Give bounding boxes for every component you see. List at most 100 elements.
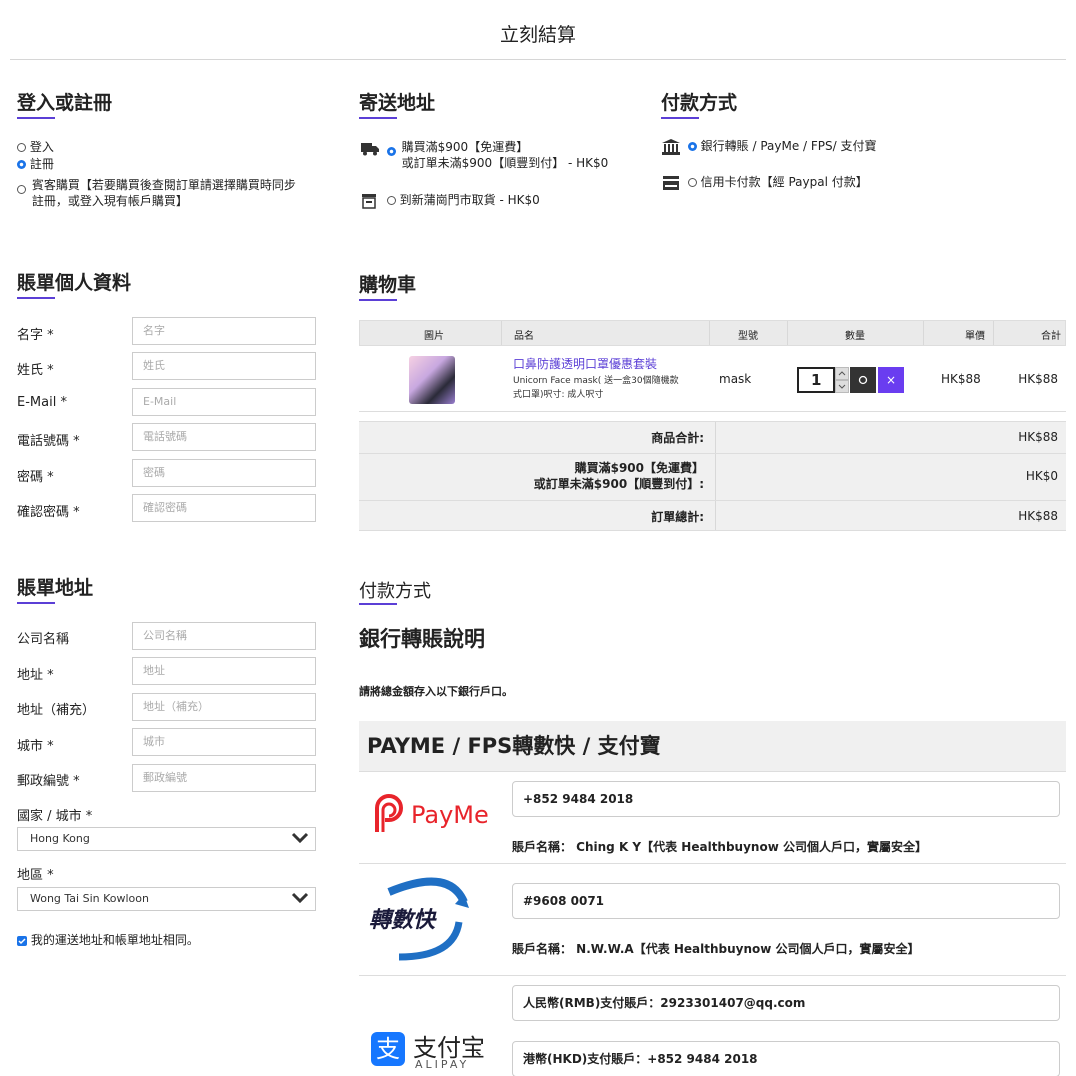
company-label: 公司名稱 (17, 632, 70, 647)
order-total-label: 訂單總計: (651, 510, 704, 524)
page-title: 立刻結算 (499, 24, 576, 46)
subtotal-label: 商品合計: (651, 431, 704, 445)
bank-transfer-note: 請將總金額存入以下銀行戶口。 (359, 685, 513, 698)
stepper-up[interactable] (835, 367, 849, 380)
guest-option[interactable]: 賓客購買【若要購買後查閱訂單請選擇購買時同步 註冊，或登入現有帳戶購買】 (17, 177, 296, 209)
remove-item-button[interactable]: × (878, 367, 904, 393)
register-option[interactable]: 註冊 (17, 156, 54, 172)
radio-bank[interactable] (687, 142, 697, 151)
col-image: 圖片 (424, 331, 444, 342)
payme-row: PayMe +852 9484 2018 賬戶名稱： Ching K Y【代表 … (359, 771, 1066, 863)
shipping-option-courier[interactable]: 購買滿$900【免運費】 或訂單未滿$900【順豐到付】 - HK$0 (361, 139, 608, 171)
shipping-label: 購買滿$900【免運費】 或訂單未滿$900【順豐到付】: (533, 461, 704, 491)
login-option[interactable]: 登入 (17, 139, 54, 155)
alipay-rmb-account[interactable]: 人民幣(RMB)支付賬戶：2923301407@qq.com (512, 985, 1060, 1021)
section-underline (359, 603, 397, 605)
col-total: 合計 (1041, 331, 1061, 342)
line-total: HK$88 (1018, 372, 1058, 386)
address-input[interactable]: 地址 (132, 657, 316, 685)
section-underline (17, 602, 55, 604)
payme-logo: PayMe (371, 792, 501, 840)
bank-icon (662, 138, 680, 155)
address2-input[interactable]: 地址（補充） (132, 693, 316, 721)
credit-card-icon (663, 175, 679, 190)
payment-section-title: 付款方式 (359, 581, 431, 602)
company-input[interactable]: 公司名稱 (132, 622, 316, 650)
radio-pickup[interactable] (386, 196, 396, 205)
address-label: 地址 * (17, 668, 54, 683)
cart-title: 購物車 (359, 274, 417, 296)
refresh-button[interactable] (850, 367, 876, 393)
stepper-down[interactable] (835, 380, 849, 393)
email-input[interactable]: E-Mail (132, 388, 316, 416)
fps-number[interactable]: #9608 0071 (512, 883, 1060, 919)
first-name-input[interactable]: 名字 (132, 317, 316, 345)
alipay-logo: 支 支付宝 ALIPAY (371, 1028, 501, 1076)
payment-method-title: 付款方式 (661, 92, 738, 114)
col-model: 型號 (738, 331, 758, 342)
subtotal-value: HK$88 (1018, 430, 1058, 444)
confirm-password-label: 確認密碼 * (17, 505, 80, 520)
shipping-option-pickup[interactable]: 到新蒲崗門市取貨 - HK$0 (361, 192, 540, 209)
region-label: 地區 * (17, 868, 54, 883)
col-qty: 數量 (845, 331, 865, 342)
alipay-hkd-account[interactable]: 港幣(HKD)支付賬戶：+852 9484 2018 (512, 1041, 1060, 1076)
order-total-row: 訂單總計: HK$88 (359, 500, 1066, 531)
last-name-input[interactable]: 姓氏 (132, 352, 316, 380)
same-address-checkbox-row[interactable]: 我的運送地址和帳單地址相同。 (17, 932, 199, 948)
subtotal-row: 商品合計: HK$88 (359, 421, 1066, 453)
same-address-checkbox[interactable] (17, 935, 27, 946)
fps-account-name: 賬戶名稱： N.W.W.A【代表 Healthbuynow 公司個人戶口，實屬安… (512, 942, 920, 956)
payment-option-card[interactable]: 信用卡付款【經 Paypal 付款】 (662, 174, 868, 191)
truck-icon (361, 143, 379, 156)
address2-label: 地址（補充） (17, 703, 96, 718)
postcode-input[interactable]: 郵政編號 (132, 764, 316, 792)
payme-icon (375, 794, 403, 832)
country-select[interactable]: Hong Kong (17, 827, 316, 851)
region-select[interactable]: Wong Tai Sin Kowloon (17, 887, 316, 911)
section-underline (359, 117, 397, 119)
col-name: 品名 (514, 331, 534, 342)
confirm-password-input[interactable]: 確認密碼 (132, 494, 316, 522)
fps-row: 轉數快 #9608 0071 賬戶名稱： N.W.W.A【代表 Healthbu… (359, 863, 1066, 975)
chevron-down-icon (838, 384, 846, 389)
section-underline (661, 117, 699, 119)
login-section-title: 登入或註冊 (17, 92, 113, 114)
order-total-value: HK$88 (1018, 509, 1058, 523)
city-input[interactable]: 城市 (132, 728, 316, 756)
radio-guest[interactable] (17, 185, 26, 194)
section-underline (359, 299, 397, 301)
radio-card[interactable] (687, 178, 697, 187)
radio-courier[interactable] (386, 147, 396, 156)
unit-price: HK$88 (941, 372, 981, 386)
quantity-input[interactable]: 1 (797, 367, 835, 393)
email-label: E-Mail * (17, 395, 67, 410)
last-name-label: 姓氏 * (17, 363, 54, 378)
section-underline (17, 117, 55, 119)
radio-register[interactable] (17, 160, 26, 169)
alipay-icon: 支 (371, 1032, 405, 1066)
product-name-link[interactable]: 口鼻防護透明口罩優惠套裝 (513, 355, 657, 372)
refresh-icon (858, 375, 868, 385)
radio-login[interactable] (17, 143, 26, 152)
payme-number[interactable]: +852 9484 2018 (512, 781, 1060, 817)
payment-option-bank[interactable]: 銀行轉賬 / PayMe / FPS/ 支付寶 (662, 138, 877, 155)
header-divider (10, 59, 1066, 60)
product-description: Unicorn Face mask( 送一盒30個隨機款 式口罩)呎寸: 成人呎… (513, 376, 679, 400)
quantity-stepper[interactable] (835, 367, 849, 393)
phone-input[interactable]: 電話號碼 (132, 423, 316, 451)
chevron-up-icon (838, 371, 846, 376)
cart-item-row: 口鼻防護透明口罩優惠套裝 Unicorn Face mask( 送一盒30個隨機… (359, 346, 1066, 412)
alipay-row: 支 支付宝 ALIPAY 人民幣(RMB)支付賬戶：2923301407@qq.… (359, 975, 1066, 1076)
fps-logo: 轉數快 (369, 872, 479, 964)
store-icon (362, 193, 376, 209)
shipping-value: HK$0 (1025, 469, 1058, 483)
postcode-label: 郵政編號 * (17, 774, 80, 789)
phone-label: 電話號碼 * (17, 434, 80, 449)
product-image[interactable] (409, 356, 455, 404)
shipping-section-title: 寄送地址 (359, 92, 436, 114)
section-underline (17, 297, 55, 299)
password-input[interactable]: 密碼 (132, 459, 316, 487)
cart-table-header: 圖片 品名 型號 數量 單價 合計 (359, 320, 1066, 346)
col-price: 單價 (965, 331, 985, 342)
